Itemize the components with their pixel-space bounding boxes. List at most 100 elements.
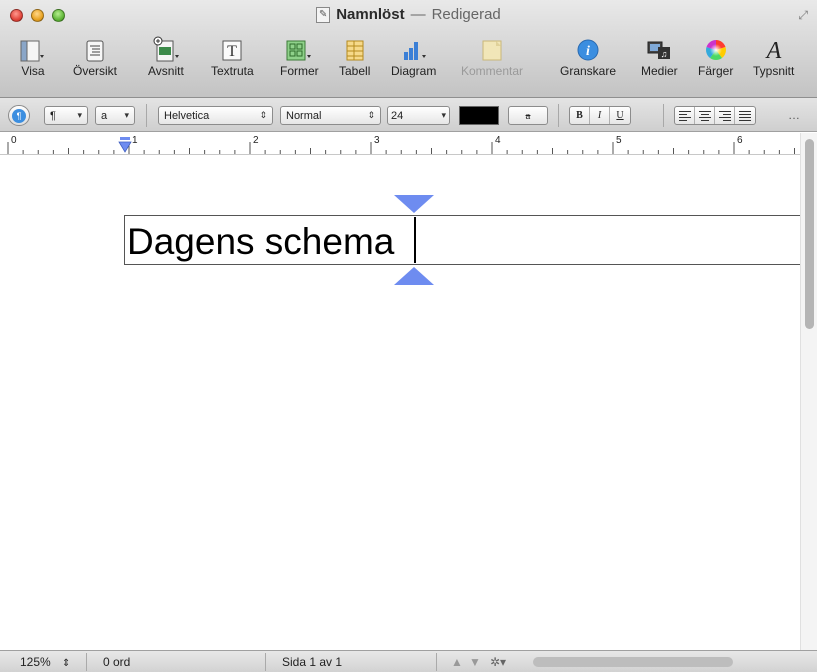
toolbar-textbox-button[interactable]: T Textruta bbox=[211, 36, 254, 78]
font-size-value: 24 bbox=[391, 109, 404, 122]
toolbar-table-label: Tabell bbox=[339, 64, 371, 78]
toolbar-textbox-label: Textruta bbox=[211, 64, 254, 78]
toolbar-colors-button[interactable]: Färger bbox=[698, 36, 733, 78]
font-size-combobox[interactable]: 24 ▾ bbox=[387, 106, 450, 125]
toolbar-fonts-label: Typsnitt bbox=[753, 64, 795, 78]
text-style-segmented: B I U bbox=[569, 106, 631, 125]
inspector-icon: i bbox=[576, 36, 600, 62]
horizontal-scroll-thumb[interactable] bbox=[533, 657, 733, 667]
toolbar-chart-button[interactable]: Diagram bbox=[391, 36, 436, 78]
outline-icon bbox=[83, 36, 107, 62]
window-edit-state: Redigerad bbox=[431, 6, 501, 23]
page-up-icon[interactable]: ▲ bbox=[451, 655, 463, 669]
ruler-label: 2 bbox=[253, 135, 259, 146]
chevron-down-icon: ▾ bbox=[77, 110, 82, 120]
italic-button[interactable]: I bbox=[590, 107, 610, 124]
align-left-icon bbox=[678, 110, 691, 121]
paragraph-styles-icon: ¶ bbox=[12, 108, 26, 123]
toolbar-comment-button[interactable]: Kommentar bbox=[461, 36, 523, 78]
updown-arrows-icon: ⇕ bbox=[259, 110, 267, 120]
toolbar-table-button[interactable]: Tabell bbox=[339, 36, 370, 78]
paragraph-style-popup[interactable]: ¶ ▾ bbox=[44, 106, 88, 125]
toolbar-comment-label: Kommentar bbox=[461, 64, 524, 78]
toolbar-outline-label: Översikt bbox=[73, 64, 118, 78]
styles-drawer-button[interactable]: ¶ bbox=[8, 105, 30, 126]
svg-text:♫: ♫ bbox=[661, 49, 668, 59]
toolbar-fonts-button[interactable]: A Typsnitt bbox=[753, 36, 794, 78]
svg-text:A: A bbox=[764, 38, 781, 62]
divider bbox=[558, 104, 559, 127]
align-left-button[interactable] bbox=[675, 107, 695, 124]
toolbar-view-label: Visa bbox=[21, 64, 45, 78]
title-separator: — bbox=[410, 6, 426, 23]
character-style-popup[interactable]: a ▾ bbox=[95, 106, 135, 125]
updown-arrows-icon: ⇕ bbox=[62, 658, 71, 669]
toolbar-chart-label: Diagram bbox=[391, 64, 437, 78]
toolbar-colors-label: Färger bbox=[698, 64, 734, 78]
ruler[interactable]: 0 1 2 3 4 5 6 bbox=[0, 133, 800, 155]
status-bar: 125% ⇕ 0 ord Sida 1 av 1 ▲ ▼ ✲▾ bbox=[0, 650, 817, 672]
page-down-icon[interactable]: ▼ bbox=[469, 655, 481, 669]
ruler-label: 5 bbox=[616, 135, 622, 146]
updown-arrows-icon: ⇕ bbox=[367, 110, 375, 120]
word-count[interactable]: 0 ord bbox=[103, 655, 130, 669]
ruler-label: 6 bbox=[737, 135, 743, 146]
toolbar-shapes-button[interactable]: Former bbox=[280, 36, 319, 78]
shapes-icon bbox=[283, 36, 315, 62]
overflow-ellipsis[interactable]: … bbox=[788, 108, 800, 122]
toolbar-media-button[interactable]: ♫ Medier bbox=[641, 36, 678, 78]
alignment-segmented bbox=[674, 106, 756, 125]
selection-handle-bottom-icon[interactable] bbox=[394, 265, 434, 285]
document-proxy-icon[interactable]: ✎ bbox=[316, 6, 331, 23]
zoom-popup[interactable]: 125% ⇕ bbox=[20, 655, 70, 669]
toolbar-view-button[interactable]: Visa bbox=[18, 36, 48, 78]
svg-text:i: i bbox=[586, 44, 590, 59]
divider bbox=[86, 653, 87, 671]
svg-text:T: T bbox=[227, 43, 237, 60]
fonts-icon: A bbox=[762, 36, 786, 62]
chevron-down-icon: ▾ bbox=[441, 110, 446, 120]
ruler-label: 3 bbox=[374, 135, 380, 146]
section-icon bbox=[149, 36, 183, 62]
media-icon: ♫ bbox=[645, 36, 673, 62]
chart-icon bbox=[396, 36, 432, 62]
page-indicator: Sida 1 av 1 bbox=[282, 655, 343, 669]
zoom-value: 125% bbox=[20, 655, 51, 669]
toolbar-outline-button[interactable]: Översikt bbox=[73, 36, 117, 78]
document-canvas[interactable]: Dagens schema bbox=[0, 155, 800, 650]
window-title-bar: ✎ Namnlöst — Redigerad bbox=[0, 6, 817, 23]
highlight-color-button[interactable]: a bbox=[508, 106, 548, 125]
font-style-value: Normal bbox=[286, 109, 322, 122]
text-color-well[interactable] bbox=[459, 106, 499, 125]
gear-icon[interactable]: ✲▾ bbox=[490, 655, 506, 669]
align-right-icon bbox=[718, 110, 731, 121]
divider bbox=[436, 653, 437, 671]
align-justify-button[interactable] bbox=[735, 107, 755, 124]
underline-button[interactable]: U bbox=[610, 107, 630, 124]
document-text[interactable]: Dagens schema bbox=[127, 221, 394, 263]
align-right-button[interactable] bbox=[715, 107, 735, 124]
toolbar-section-button[interactable]: Avsnitt bbox=[148, 36, 184, 78]
toolbar-media-label: Medier bbox=[641, 64, 678, 78]
font-family-popup[interactable]: Helvetica ⇕ bbox=[158, 106, 273, 125]
toolbar-inspector-button[interactable]: i Granskare bbox=[560, 36, 616, 78]
vertical-scrollbar[interactable] bbox=[800, 133, 817, 650]
font-family-value: Helvetica bbox=[164, 109, 210, 122]
ruler-label: 4 bbox=[495, 135, 501, 146]
chevron-down-icon: ▾ bbox=[124, 110, 129, 120]
selection-handle-top-icon[interactable] bbox=[394, 195, 434, 215]
comment-icon bbox=[479, 36, 505, 62]
bold-button[interactable]: B bbox=[570, 107, 590, 124]
vertical-scroll-thumb[interactable] bbox=[805, 139, 814, 329]
ruler-label: 0 bbox=[11, 135, 17, 146]
align-center-button[interactable] bbox=[695, 107, 715, 124]
paragraph-style-glyph: ¶ bbox=[50, 109, 56, 122]
view-icon bbox=[18, 36, 48, 62]
ruler-scale: 0 1 2 3 4 5 6 bbox=[7, 135, 795, 154]
fullscreen-icon[interactable]: ⤢ bbox=[798, 8, 808, 23]
ruler-label: 1 bbox=[132, 135, 138, 146]
colors-icon bbox=[704, 36, 728, 62]
font-style-popup[interactable]: Normal ⇕ bbox=[280, 106, 381, 125]
divider bbox=[265, 653, 266, 671]
text-box[interactable]: Dagens schema bbox=[124, 215, 800, 265]
